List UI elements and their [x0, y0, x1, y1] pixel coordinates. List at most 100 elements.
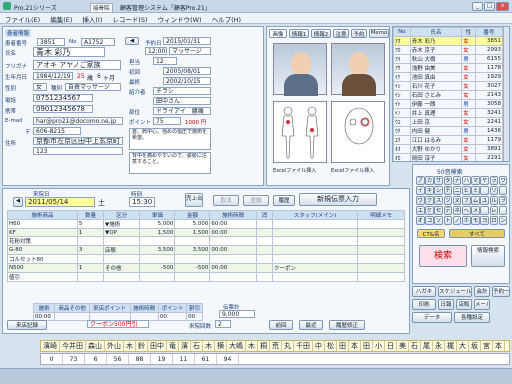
reservation-list-button[interactable]: 予約一覧	[492, 286, 510, 297]
kana-key[interactable]: ソ	[434, 216, 443, 225]
sales-cell[interactable]: 00:00	[209, 263, 257, 273]
first-date[interactable]: 2005/08/01	[163, 67, 211, 75]
sales-cell[interactable]	[271, 219, 359, 229]
recent-name[interactable]: 松	[325, 341, 337, 351]
kana-key[interactable]: コ	[425, 216, 434, 225]
list-item[interactable]: ｳﾁ 内田 健男 1436	[393, 126, 504, 136]
staff-field[interactable]: 12	[153, 57, 177, 65]
list-item[interactable]: ｴｸ 江口 はるみ女 1179	[393, 135, 504, 145]
ref-field[interactable]: チラシ	[153, 87, 211, 95]
sales-cell[interactable]: 60:00	[209, 219, 257, 229]
recent-name[interactable]: 丸	[282, 341, 294, 351]
sales-cell[interactable]: 1,500	[174, 228, 211, 237]
kana-key[interactable]: テ	[443, 206, 453, 215]
sales-cell[interactable]	[271, 272, 359, 282]
all-button[interactable]: すべて	[449, 229, 505, 238]
sales-cell[interactable]	[103, 254, 141, 264]
menu-help[interactable]: ヘルプ(H)	[207, 13, 246, 25]
kana-key[interactable]: ヨ	[480, 216, 489, 225]
recent-name[interactable]: 荒	[270, 341, 282, 351]
tab-memo[interactable]: Memo	[369, 29, 389, 38]
mail-button[interactable]: メール	[474, 299, 490, 310]
kana-key[interactable]: ト	[443, 216, 453, 225]
history-button[interactable]: 履歴	[273, 195, 295, 206]
kana-key[interactable]	[480, 186, 489, 195]
sales-cell[interactable]: N500	[7, 263, 78, 273]
kana-key[interactable]: イ	[416, 186, 425, 195]
recent-name[interactable]: 桐	[258, 341, 270, 351]
sales-cell[interactable]	[174, 254, 211, 264]
cancel-button[interactable]: 取消	[213, 195, 239, 206]
list-item[interactable]: ｱｷ 秋山 大樹男 6155	[393, 54, 504, 64]
visit-date[interactable]: 2015/01/31	[163, 37, 211, 45]
kana-key[interactable]: ヘ	[462, 206, 471, 215]
search-button[interactable]: 検索	[419, 245, 467, 267]
kana-key[interactable]: リ	[489, 186, 499, 195]
kana-key[interactable]: フ	[462, 196, 471, 205]
kana-key[interactable]: ツ	[443, 196, 453, 205]
list-item[interactable]: ｱｶ 赤木 京子女 2993	[393, 45, 504, 55]
zip-field[interactable]: 606-8215	[33, 127, 81, 135]
shop-sales-button[interactable]: 店販	[456, 299, 472, 310]
list-item[interactable]: ｵｵ 大野 ゆかり女 3891	[393, 144, 504, 154]
kana-key[interactable]: ン	[498, 216, 508, 225]
prev-visit-button[interactable]: 前回	[269, 320, 293, 330]
sales-cell[interactable]: 5,000	[139, 219, 176, 229]
recent-name[interactable]: 鈴	[136, 341, 148, 351]
list-item[interactable]: ｳｴ 上田 京女 2241	[393, 117, 504, 127]
point-field[interactable]: 75	[153, 117, 181, 125]
visit-menu[interactable]: マッサージ	[169, 47, 211, 55]
table-row[interactable]: KF 1 ▼OP 1,500 1,500 00:00	[7, 228, 405, 237]
recent-name[interactable]: 大嶋	[227, 341, 246, 351]
customer-id[interactable]: A1752	[81, 38, 115, 46]
sale-date[interactable]: 2011/05/14	[25, 197, 95, 207]
kana-key[interactable]: ノ	[452, 216, 462, 225]
minimize-button[interactable]: _	[472, 2, 483, 11]
menu-window[interactable]: ウィンドウ(W)	[153, 13, 207, 25]
kana-key[interactable]: ニ	[452, 186, 462, 195]
recent-name[interactable]: 今井田	[60, 341, 86, 351]
sales-cell[interactable]: 5,000	[174, 219, 211, 229]
recent-name[interactable]: 木	[246, 341, 258, 351]
kana-key[interactable]: ナ	[452, 176, 462, 185]
new-sale-button[interactable]: 新規伝票入力	[299, 193, 377, 206]
sales-total-button[interactable]: 売上合計	[185, 193, 203, 207]
recent-name[interactable]: 千田	[294, 341, 313, 351]
sales-cell[interactable]	[139, 254, 176, 264]
kana-key[interactable]: ク	[425, 196, 434, 205]
recent-name[interactable]: 尾	[421, 341, 433, 351]
kana-key[interactable]: モ	[471, 216, 480, 225]
recent-name[interactable]: 外山	[105, 341, 124, 351]
sale-time[interactable]: 15:30	[129, 197, 155, 207]
mobile-field[interactable]: 09012345678	[33, 105, 93, 113]
sales-cell[interactable]	[255, 219, 273, 229]
kana-key[interactable]: オ	[416, 216, 425, 225]
daily-report-button[interactable]: 日報	[438, 299, 454, 310]
clear-button[interactable]: CT&名	[417, 229, 445, 238]
list-item[interactable]: ｲｼ 石川 花子女 3027	[393, 81, 504, 91]
history-fix-button[interactable]: 履歴修正	[329, 320, 365, 330]
postcard-button[interactable]: ハガキ	[412, 286, 436, 297]
sales-cell[interactable]	[357, 219, 405, 229]
table-row[interactable]: コルセット80	[7, 254, 405, 264]
recent-name[interactable]: 田中	[148, 341, 167, 351]
close-button[interactable]: ×	[496, 2, 509, 11]
recent-name[interactable]: 木	[124, 341, 136, 351]
recent-name[interactable]: 本	[349, 341, 361, 351]
recent-name[interactable]: 田	[337, 341, 349, 351]
kana-key[interactable]: キ	[425, 186, 434, 195]
recent-name[interactable]: 石	[191, 341, 203, 351]
kana-key[interactable]: ス	[434, 196, 443, 205]
kana-key[interactable]: タ	[443, 176, 453, 185]
sales-cell[interactable]	[271, 228, 359, 237]
accounting-button[interactable]: 会計	[474, 286, 490, 297]
kana-key[interactable]: シ	[434, 186, 443, 195]
settings-button[interactable]: 各種設定	[454, 312, 490, 323]
recent-name[interactable]: 本	[493, 341, 505, 351]
ref2-field[interactable]: 田中さん	[153, 97, 211, 105]
kana-key[interactable]: ヲ	[498, 196, 508, 205]
table-row[interactable]: 花粉対策	[7, 236, 405, 246]
sales-cell[interactable]	[139, 236, 176, 246]
kana-key[interactable]: ミ	[471, 186, 480, 195]
table-row[interactable]: G-80 3 店販 3,500 3,500 00:00	[7, 245, 405, 255]
